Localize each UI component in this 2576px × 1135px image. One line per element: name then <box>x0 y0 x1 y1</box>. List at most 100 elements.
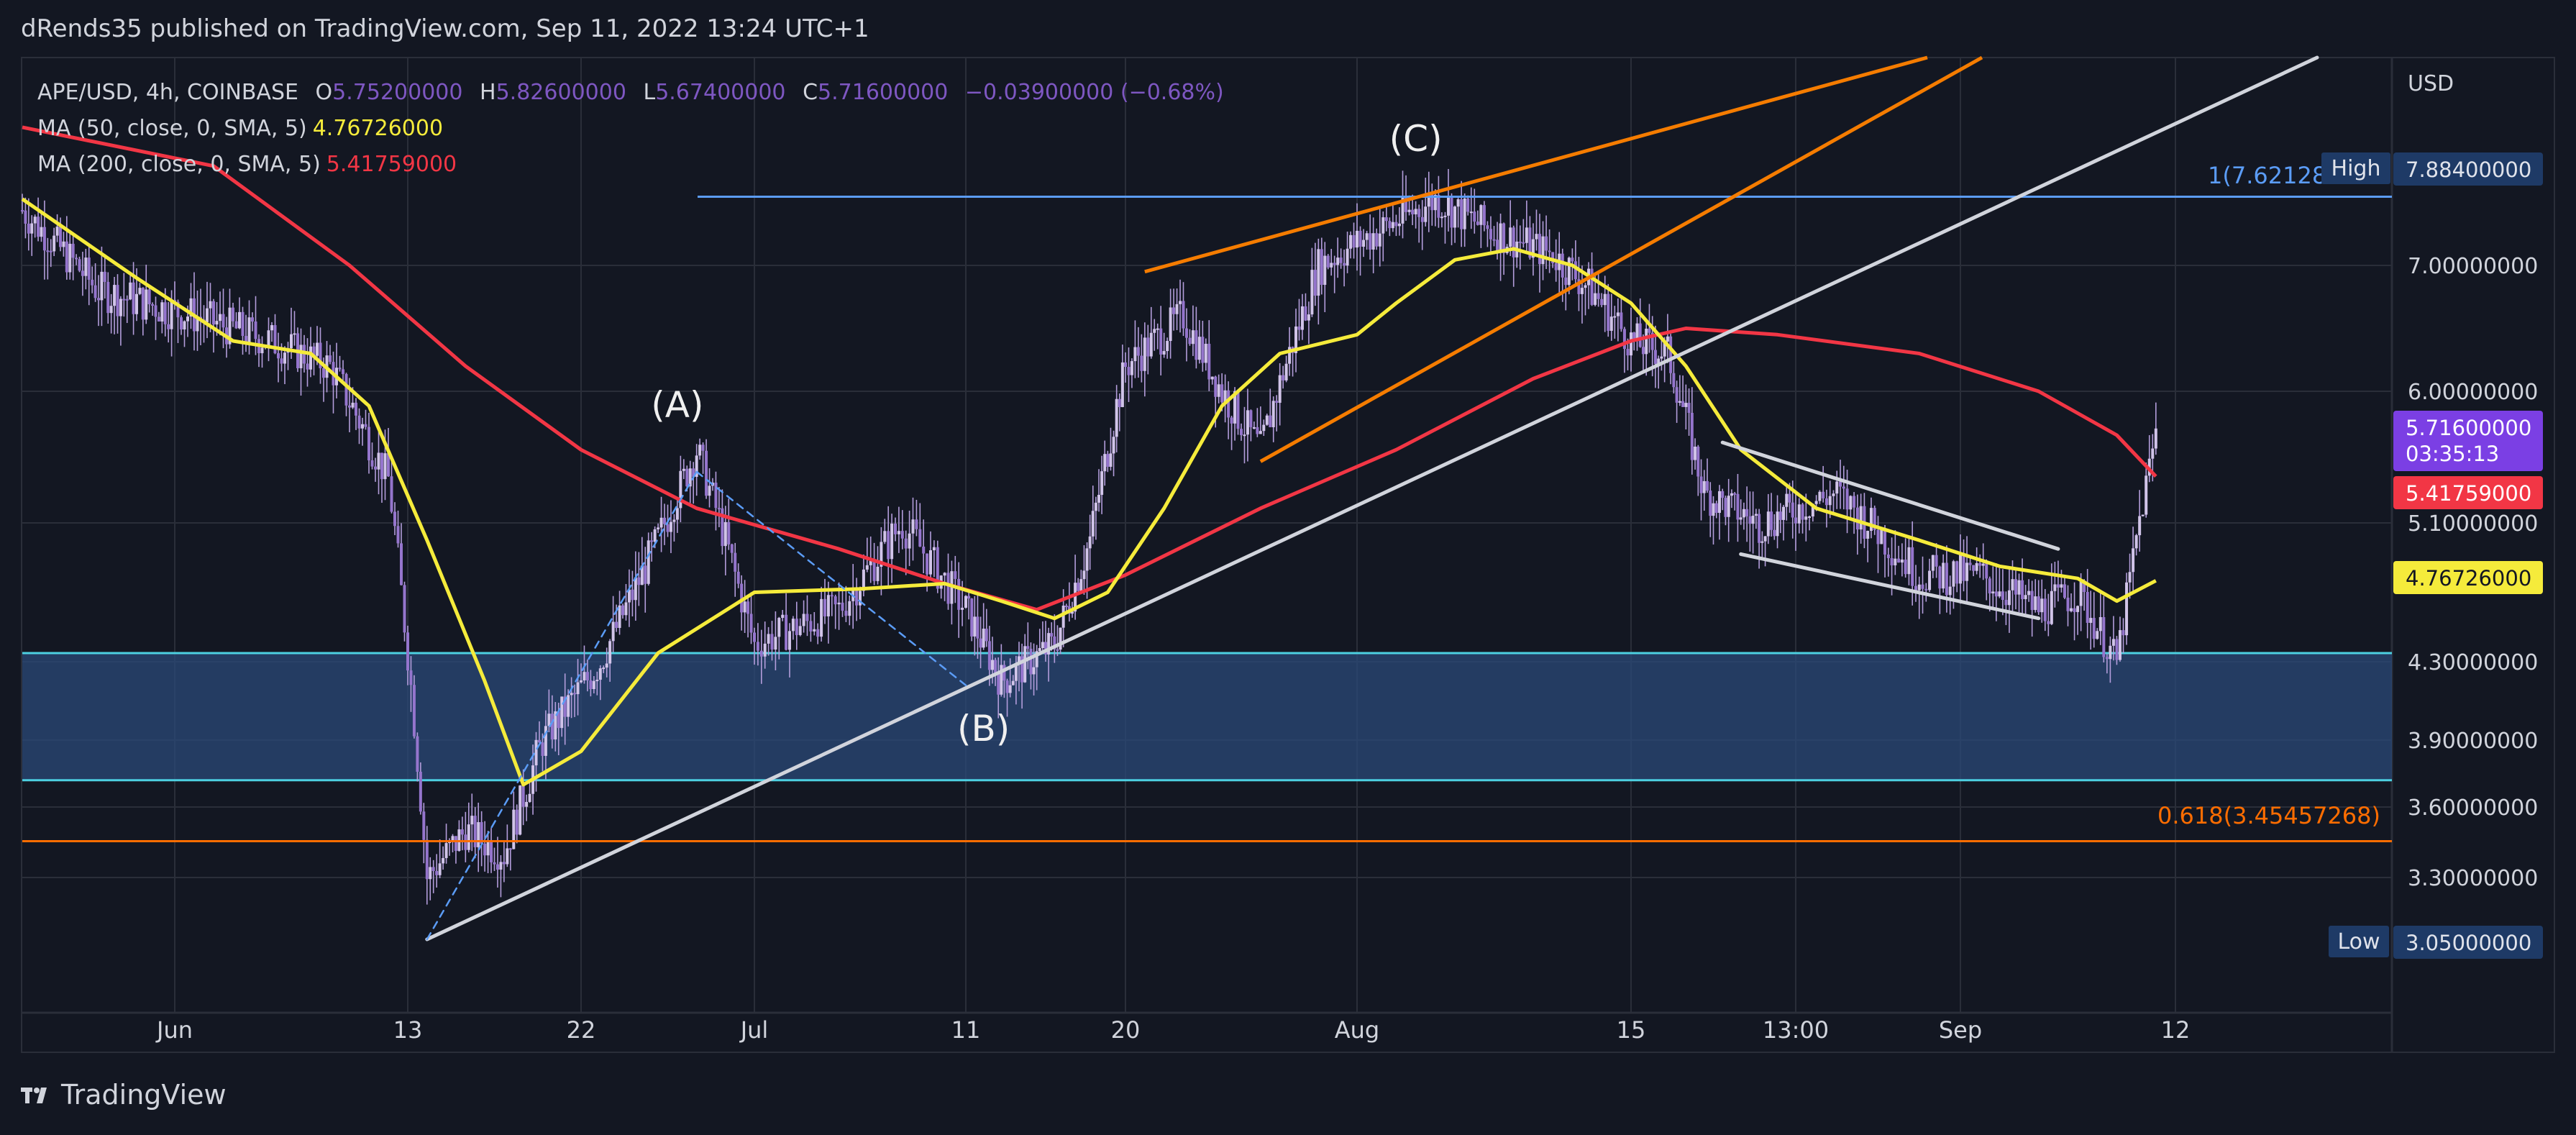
candle-body <box>897 531 900 534</box>
candle-body <box>470 816 474 825</box>
candle-body <box>982 629 985 648</box>
candle-body <box>1106 454 1110 467</box>
candle-body <box>781 614 785 619</box>
candle-body <box>809 621 813 632</box>
candle-body <box>1371 233 1375 250</box>
candle-body <box>1064 606 1068 608</box>
candle-body <box>734 552 737 572</box>
candle-body <box>1613 316 1617 318</box>
candle-body <box>508 848 512 850</box>
candle-body <box>1492 239 1496 241</box>
candle-body <box>267 330 270 346</box>
legend-open-value: 5.75200000 <box>332 80 463 105</box>
candle-body <box>1256 427 1259 434</box>
candle-body <box>770 634 774 650</box>
candle-body <box>1172 307 1176 314</box>
candle-body <box>997 673 1000 695</box>
candle-body <box>254 321 257 339</box>
candle-body <box>567 695 570 717</box>
candle-body <box>1548 250 1551 252</box>
candle-body <box>519 785 522 835</box>
candle-body <box>1897 558 1901 563</box>
candle-body <box>1437 195 1440 218</box>
candle-body <box>1712 503 1715 516</box>
candle-body <box>2040 598 2044 613</box>
candle-body <box>869 560 872 565</box>
candle-body <box>1945 562 1948 596</box>
channel-lower-line <box>1259 55 1983 463</box>
candle-body <box>1564 277 1568 286</box>
demand-zone <box>22 652 2392 782</box>
candle-body <box>650 540 654 542</box>
candle-body <box>138 288 142 294</box>
candle-body <box>1981 563 1985 566</box>
candle-body <box>241 311 245 337</box>
candle-body <box>2086 592 2089 623</box>
legend-ma50-row[interactable]: MA (50, close, 0, SMA, 5) 4.76726000 <box>37 111 1224 147</box>
candle-body <box>844 611 848 616</box>
candle-body <box>299 345 303 368</box>
candle-body <box>876 566 880 581</box>
candle-body <box>1994 591 1998 597</box>
candle-body <box>409 670 413 685</box>
candle-body <box>2125 582 2129 636</box>
candle-body <box>46 250 50 252</box>
candle-body <box>644 565 647 584</box>
candle-body <box>2118 630 2121 660</box>
candle-body <box>602 667 606 670</box>
candle-body <box>145 289 148 320</box>
candle-body <box>87 257 91 280</box>
candle-body <box>749 614 753 633</box>
candle-body <box>547 714 551 726</box>
candle-body <box>1278 375 1282 404</box>
candle-body <box>2034 596 2037 611</box>
candle-body <box>1845 488 1849 510</box>
candle-body <box>743 601 746 613</box>
candle-body <box>215 321 219 325</box>
candle-body <box>1849 496 1853 510</box>
candle-body <box>841 602 844 611</box>
candle-body <box>1822 491 1825 498</box>
candle-body <box>2047 621 2050 624</box>
candle-body <box>1911 547 1914 586</box>
wave-label: (A) <box>651 384 703 426</box>
candle-body <box>141 288 145 320</box>
candle-body <box>1965 562 1969 581</box>
candle-body <box>403 585 406 633</box>
candle-body <box>753 632 756 642</box>
footer-brand[interactable]: TradingView <box>21 1079 227 1111</box>
candle-body <box>338 368 342 370</box>
candle-body <box>615 621 618 629</box>
x-tick-label: 15 <box>1617 1016 1646 1044</box>
x-tick-label: Jun <box>155 1016 193 1044</box>
candle-body <box>42 227 46 251</box>
legend-close-label: C <box>803 80 818 105</box>
x-tick-label: 11 <box>951 1016 981 1044</box>
candle-body <box>585 672 589 680</box>
candle-body <box>608 641 612 664</box>
legend-ma200-row[interactable]: MA (200, close, 0, SMA, 5) 5.41759000 <box>37 147 1224 183</box>
candle-body <box>1249 410 1253 427</box>
grid <box>22 58 2393 1052</box>
candle-body <box>2001 591 2004 601</box>
candle-body <box>2111 639 2115 646</box>
candle-body <box>1653 350 1657 365</box>
candle-body <box>663 517 667 524</box>
tradingview-screenshot: dRends35 published on TradingView.com, S… <box>0 0 2576 1135</box>
candle-body <box>1300 306 1304 330</box>
candle-body <box>370 460 374 467</box>
candle-body <box>976 616 979 639</box>
candle-body <box>1011 680 1015 685</box>
candle-body <box>1002 665 1006 681</box>
candle-body <box>75 257 78 260</box>
candle-body <box>2073 608 2076 612</box>
candle-body <box>1320 249 1323 286</box>
candle-body <box>1227 390 1230 418</box>
candle-body <box>1008 685 1012 693</box>
candle-body <box>2053 584 2057 591</box>
candle-body <box>1140 355 1143 371</box>
candle-body <box>1645 328 1648 355</box>
candle-body <box>802 614 805 626</box>
y-tick-label: 4.30000000 <box>2408 650 2538 675</box>
candle-body <box>746 601 750 614</box>
